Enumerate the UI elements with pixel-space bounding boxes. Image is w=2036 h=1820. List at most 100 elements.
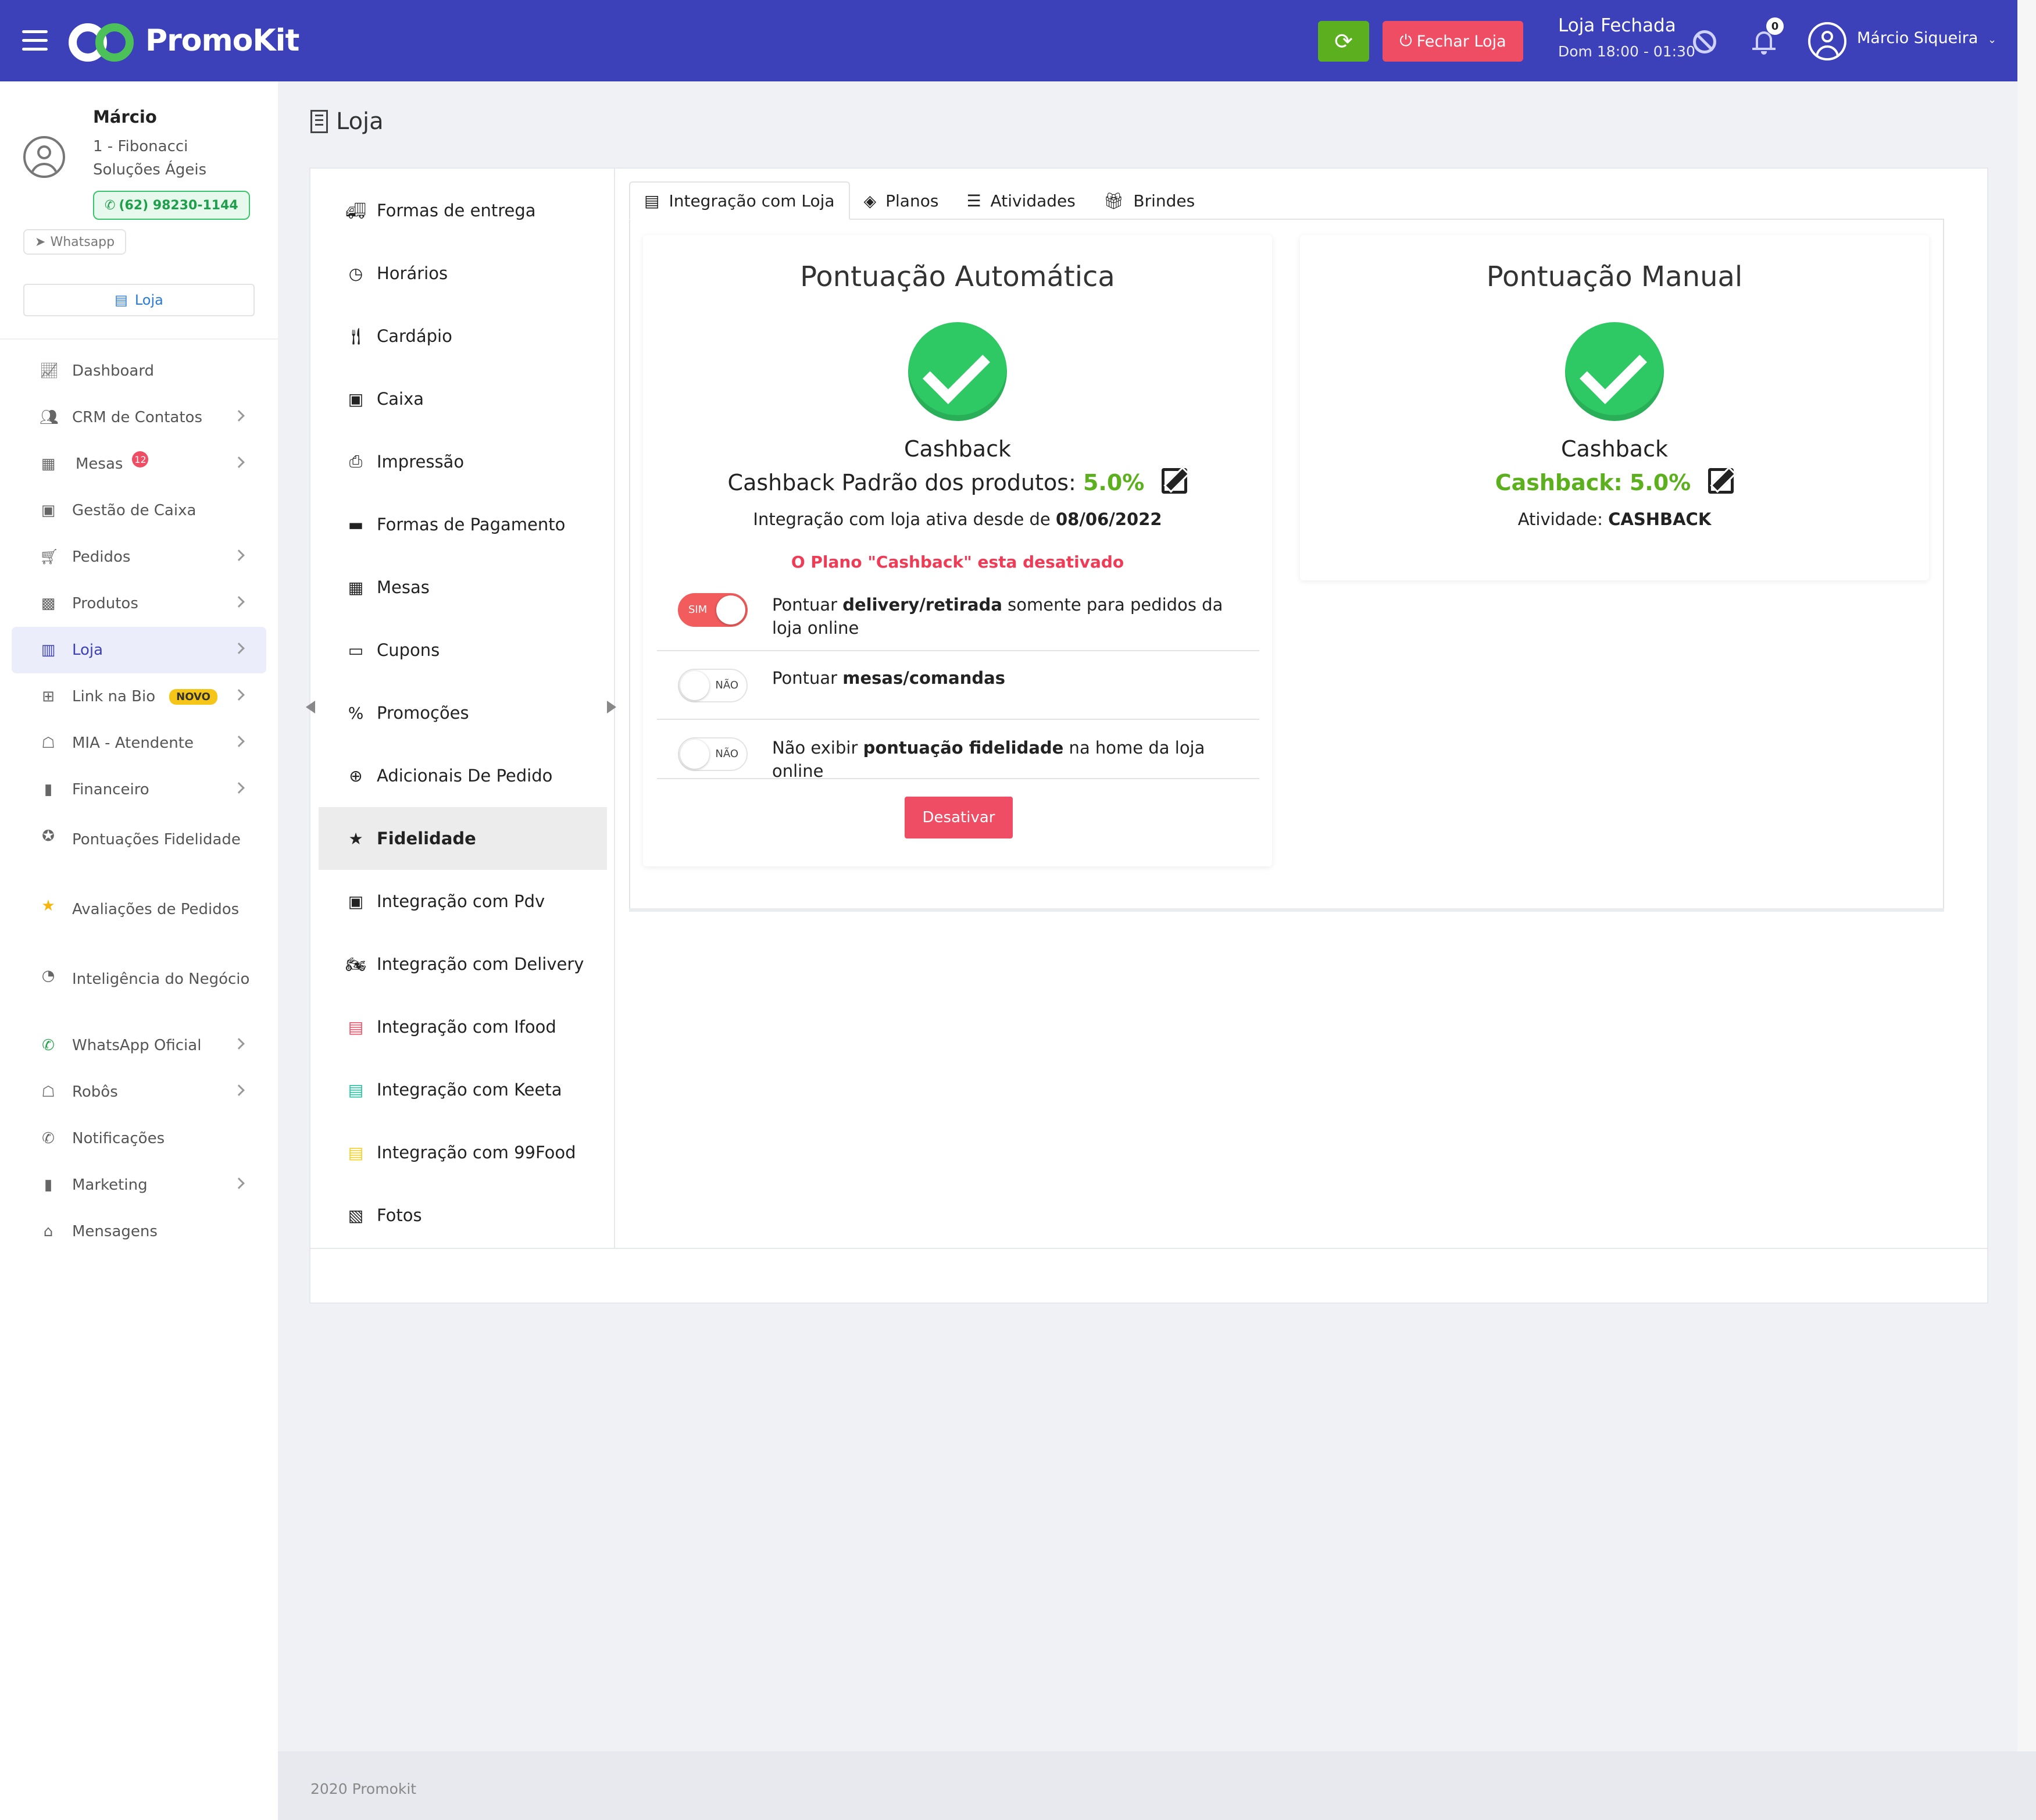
phone-badge[interactable]: ✆ (62) 98230-1144 xyxy=(93,191,250,220)
edit-icon[interactable] xyxy=(1162,468,1188,494)
menu-item-loyalty[interactable]: ★ Fidelidade xyxy=(319,807,607,870)
manual-points-panel: Pontuação Manual Cashback Cashback: 5.0%… xyxy=(1300,235,1929,580)
chevron-right-icon xyxy=(233,1038,245,1050)
sidebar-item-label: Mesas xyxy=(76,455,123,473)
toggle-state: NÃO xyxy=(715,748,738,760)
layers-icon: ◈ xyxy=(863,191,877,210)
user-menu[interactable]: Márcio Siqueira ⌄ xyxy=(1857,29,1996,47)
toggle-text-delivery: Pontuar delivery/retirada somente para p… xyxy=(772,593,1249,640)
sitemap-icon: ⊞ xyxy=(42,688,55,705)
cart-icon: 🛒︎ xyxy=(40,548,59,566)
tab-activities[interactable]: ☰ Atividades xyxy=(952,181,1089,220)
tab-store-integration[interactable]: ▤ Integração com Loja xyxy=(629,181,850,220)
sidebar-item-notifications[interactable]: ✆ Notificações xyxy=(12,1115,266,1162)
sidebar-item-dashboard[interactable]: 📈︎ Dashboard xyxy=(12,348,266,394)
deactivate-button[interactable]: Desativar xyxy=(905,797,1013,838)
refresh-button[interactable]: ⟳ xyxy=(1318,21,1369,62)
chart-line-icon: 📈︎ xyxy=(40,362,59,380)
tab-gifts[interactable]: 🎁︎ Brindes xyxy=(1090,181,1209,220)
menu-item-keeta[interactable]: ▤ Integração com Keeta xyxy=(319,1058,607,1121)
menu-item-99food[interactable]: ▤ Integração com 99Food xyxy=(319,1121,607,1184)
percent-icon: % xyxy=(348,703,364,723)
sidebar-item-label: Marketing xyxy=(72,1176,148,1194)
logo-icon xyxy=(69,20,137,62)
manual-activity-line: Atividade: CASHBACK xyxy=(1300,509,1929,529)
user-avatar-icon[interactable] xyxy=(1808,22,1846,60)
store-icon: ▤ xyxy=(644,191,660,210)
tables-toggle[interactable]: NÃO xyxy=(678,669,748,702)
home-points-toggle[interactable]: NÃO xyxy=(678,737,748,771)
sidebar-item-products[interactable]: ▩ Produtos xyxy=(12,580,266,627)
sidebar-item-label: Avaliações de Pedidos xyxy=(72,901,240,918)
sidebar-item-mia[interactable]: ☖ MIA - Atendente xyxy=(12,720,266,766)
manual-cashback-line: Cashback: 5.0% xyxy=(1300,468,1929,497)
integration-since-date: 08/06/2022 xyxy=(1055,509,1162,529)
table-icon: ▦ xyxy=(348,577,364,597)
menu-item-ifood[interactable]: ▤ Integração com Ifood xyxy=(319,995,607,1058)
menu-item-label: Caixa xyxy=(377,389,424,409)
menu-item-delivery[interactable]: 🚚︎ Formas de entrega xyxy=(319,179,607,242)
manual-points-title: Pontuação Manual xyxy=(1486,260,1743,293)
menu-item-label: Integração com Pdv xyxy=(377,891,545,911)
whatsapp-icon: ✆ xyxy=(42,1037,55,1054)
menu-item-label: Integração com 99Food xyxy=(377,1143,576,1162)
sidebar-item-bi[interactable]: ◔ Inteligência do Negócio xyxy=(12,952,266,1022)
close-store-button[interactable]: ⏻ Fechar Loja xyxy=(1383,21,1523,62)
plan-disabled-warning: O Plano "Cashback" esta desativado xyxy=(791,552,1124,572)
menu-item-tables[interactable]: ▦ Mesas xyxy=(319,556,607,619)
tab-plans[interactable]: ◈ Planos xyxy=(850,181,953,220)
sidebar-item-finance[interactable]: ▮ Financeiro xyxy=(12,766,266,813)
sidebar-item-link-bio[interactable]: ⊞ Link na Bio NOVO xyxy=(12,673,266,720)
whatsapp-label: Whatsapp xyxy=(50,234,115,249)
sidebar-item-label: Loja xyxy=(72,641,103,659)
sidebar-item-mesas[interactable]: ▦ Mesas 12 xyxy=(12,441,266,487)
edit-icon[interactable] xyxy=(1708,468,1734,494)
sidebar-divider xyxy=(0,338,278,340)
menu-item-cash[interactable]: ▣ Caixa xyxy=(319,367,607,430)
menu-item-pdv[interactable]: ▣ Integração com Pdv xyxy=(319,870,607,933)
menu-item-payments[interactable]: ▬ Formas de Pagamento xyxy=(319,493,607,556)
scroll-right-arrow-icon[interactable] xyxy=(607,701,616,713)
sidebar-item-messages[interactable]: ⌂ Mensagens xyxy=(12,1208,266,1255)
sidebar-item-robots[interactable]: ☖ Robôs xyxy=(12,1069,266,1115)
scroll-left-arrow-icon[interactable] xyxy=(306,701,315,713)
menu-item-hours[interactable]: ◷ Horários xyxy=(319,242,607,305)
manual-plan-name: Cashback xyxy=(1560,436,1668,462)
sidebar-item-store[interactable]: ▥ Loja xyxy=(12,627,266,673)
menu-icon[interactable] xyxy=(22,30,48,51)
menu-item-print[interactable]: ⎙ Impressão xyxy=(319,430,607,493)
sidebar-item-marketing[interactable]: ▮ Marketing xyxy=(12,1162,266,1208)
toggle-text-pre: Pontuar xyxy=(772,595,843,615)
menu-item-coupons[interactable]: ▭ Cupons xyxy=(319,619,607,681)
store-link-button[interactable]: ▤ Loja xyxy=(23,284,255,316)
menu-item-label: Formas de Pagamento xyxy=(377,515,566,534)
toggle-text-tables: Pontuar mesas/comandas xyxy=(772,666,1249,690)
scrollbar[interactable] xyxy=(2017,0,2036,1820)
tab-label: Brindes xyxy=(1133,191,1195,210)
menu-item-promotions[interactable]: % Promoções xyxy=(319,681,607,744)
sidebar-item-crm[interactable]: 👥︎ CRM de Contatos xyxy=(12,394,266,441)
menu-item-menu[interactable]: 🍴︎ Cardápio xyxy=(319,305,607,367)
power-icon: ⏻ xyxy=(1399,32,1412,50)
sidebar-item-loyalty-points[interactable]: ✪ Pontuações Fidelidade xyxy=(12,813,266,883)
sidebar-item-label: MIA - Atendente xyxy=(72,734,194,752)
sidebar-item-cash[interactable]: ▣ Gestão de Caixa xyxy=(12,487,266,534)
pie-chart-icon: ◔ xyxy=(41,967,55,984)
whatsapp-button[interactable]: ➤ Whatsapp xyxy=(23,229,127,255)
sidebar-item-label: Mensagens xyxy=(72,1223,158,1240)
store-icon: ▤ xyxy=(348,1017,364,1037)
sidebar-item-orders[interactable]: 🛒︎ Pedidos xyxy=(12,534,266,580)
plus-circle-icon: ⊕ xyxy=(349,766,363,786)
menu-item-addons[interactable]: ⊕ Adicionais De Pedido xyxy=(319,744,607,807)
menu-item-delivery-integration[interactable]: 🏍︎ Integração com Delivery xyxy=(319,933,607,995)
toggle-text-pre: Não exibir xyxy=(772,738,863,758)
store-status: Loja Fechada Dom 18:00 - 01:30 xyxy=(1558,15,1695,60)
sidebar-item-reviews[interactable]: ★ Avaliações de Pedidos xyxy=(12,883,266,952)
delivery-toggle[interactable]: SIM xyxy=(678,593,748,627)
toggle-text-home: Não exibir pontuação fidelidade na home … xyxy=(772,736,1249,783)
sidebar-item-whatsapp[interactable]: ✆ WhatsApp Oficial xyxy=(12,1022,266,1069)
check-circle-icon xyxy=(908,322,1007,421)
brand-logo[interactable]: PromoKit xyxy=(69,20,299,62)
menu-item-photos[interactable]: ▧ Fotos xyxy=(319,1184,607,1247)
motorcycle-icon: 🏍︎ xyxy=(345,954,366,974)
